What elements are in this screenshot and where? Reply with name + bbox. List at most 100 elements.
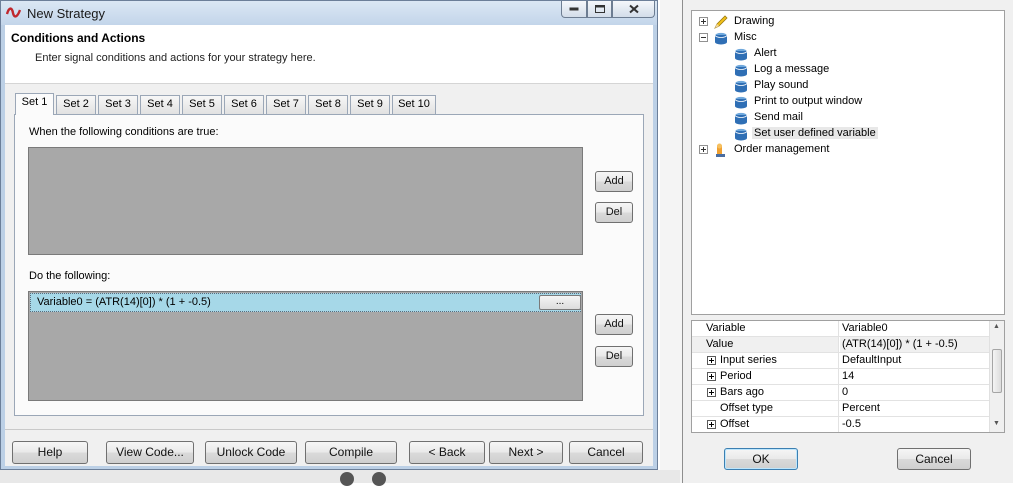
tree-node-drawing[interactable]: Drawing — [699, 14, 899, 30]
scroll-down-icon[interactable]: ▼ — [993, 420, 1000, 427]
footer-divider — [5, 429, 653, 430]
maximize-button[interactable] — [587, 1, 612, 18]
tree-item-set-user-defined-variable[interactable]: Set user defined variable — [733, 126, 953, 142]
scroll-up-icon[interactable]: ▲ — [993, 323, 1000, 330]
property-value[interactable]: -0.5 — [840, 417, 989, 432]
conditions-list[interactable] — [28, 147, 583, 255]
tree-item-label-selected: Set user defined variable — [752, 127, 878, 139]
action-icon — [734, 80, 748, 93]
edit-action-button[interactable]: ... — [539, 295, 581, 310]
tab-set-8[interactable]: Set 8 — [308, 95, 348, 114]
action-icon — [734, 96, 748, 109]
add-action-button[interactable]: Add — [595, 314, 633, 335]
background-blob — [340, 472, 354, 486]
back-button[interactable]: < Back — [409, 441, 485, 464]
scroll-thumb[interactable] — [992, 349, 1002, 393]
action-icon — [734, 64, 748, 77]
property-name: Period — [692, 369, 839, 384]
action-icon — [734, 112, 748, 125]
property-value[interactable]: DefaultInput — [840, 353, 989, 368]
action-icon — [734, 48, 748, 61]
background-strip — [660, 0, 682, 483]
close-icon — [628, 4, 639, 14]
page-title: Conditions and Actions — [11, 31, 146, 45]
background-desktop — [0, 470, 680, 486]
misc-folder-icon — [714, 32, 728, 45]
property-value[interactable]: 0 — [840, 385, 989, 400]
delete-action-button[interactable]: Del — [595, 346, 633, 367]
cancel-button[interactable]: Cancel — [569, 441, 643, 464]
tree-node-order-management[interactable]: Order management — [699, 142, 919, 158]
action-picker-dialog: Drawing Misc Alert Log a message Play so… — [682, 0, 1013, 483]
property-value[interactable]: Variable0 — [840, 321, 989, 336]
dialog-cancel-button[interactable]: Cancel — [897, 448, 971, 470]
title-bar[interactable]: New Strategy — [1, 1, 657, 25]
property-row[interactable]: Variable Variable0 — [692, 321, 989, 337]
unlock-code-button[interactable]: Unlock Code — [205, 441, 297, 464]
action-expression: Variable0 = (ATR(14)[0]) * (1 + -0.5) — [37, 296, 211, 308]
tab-set-6[interactable]: Set 6 — [224, 95, 264, 114]
action-icon — [734, 128, 748, 141]
close-button[interactable] — [612, 1, 655, 18]
tab-set-10[interactable]: Set 10 — [392, 95, 436, 114]
property-value[interactable]: Percent — [840, 401, 989, 416]
tree-item-label: Log a message — [754, 63, 830, 75]
ok-button[interactable]: OK — [724, 448, 798, 470]
tree-item-label: Play sound — [754, 79, 809, 91]
tab-set-5[interactable]: Set 5 — [182, 95, 222, 114]
property-grid[interactable]: Variable Variable0 Value (ATR(14)[0]) * … — [691, 320, 1005, 433]
property-name: Input series — [692, 353, 839, 368]
compile-button[interactable]: Compile — [305, 441, 397, 464]
property-row[interactable]: Offset type Percent — [692, 401, 989, 417]
property-row[interactable]: Input series DefaultInput — [692, 353, 989, 369]
new-strategy-window: New Strategy Conditions and Actions Ente… — [0, 0, 658, 470]
add-condition-button[interactable]: Add — [595, 171, 633, 192]
help-button[interactable]: Help — [12, 441, 88, 464]
action-row[interactable]: Variable0 = (ATR(14)[0]) * (1 + -0.5) ..… — [30, 293, 581, 312]
minimize-button[interactable] — [561, 1, 587, 18]
property-row[interactable]: Offset -0.5 — [692, 417, 989, 432]
maximize-icon — [594, 5, 605, 13]
pencil-icon — [714, 15, 728, 29]
tree-item-label: Send mail — [754, 111, 803, 123]
dialog-content: Conditions and Actions Enter signal cond… — [5, 25, 653, 466]
delete-condition-button[interactable]: Del — [595, 202, 633, 223]
action-tree[interactable]: Drawing Misc Alert Log a message Play so… — [691, 10, 1005, 315]
tab-set-2[interactable]: Set 2 — [56, 95, 96, 114]
property-category-row[interactable]: Value (ATR(14)[0]) * (1 + -0.5) — [692, 337, 989, 353]
property-name: Variable — [692, 321, 839, 336]
tree-item-alert[interactable]: Alert — [733, 46, 953, 62]
tab-set-4[interactable]: Set 4 — [140, 95, 180, 114]
set-tab-panel: When the following conditions are true: … — [14, 114, 644, 416]
tree-item-play-sound[interactable]: Play sound — [733, 78, 953, 94]
tree-item-log-a-message[interactable]: Log a message — [733, 62, 953, 78]
actions-list[interactable]: Variable0 = (ATR(14)[0]) * (1 + -0.5) ..… — [28, 291, 583, 401]
tree-node-label: Order management — [734, 143, 830, 155]
actions-label: Do the following: — [29, 270, 111, 282]
tree-item-send-mail[interactable]: Send mail — [733, 110, 953, 126]
tree-node-misc[interactable]: Misc — [699, 30, 899, 46]
tab-set-7[interactable]: Set 7 — [266, 95, 306, 114]
property-name: Offset — [692, 417, 839, 432]
property-value[interactable]: (ATR(14)[0]) * (1 + -0.5) — [840, 337, 989, 352]
property-value[interactable]: 14 — [840, 369, 989, 384]
property-name: Bars ago — [692, 385, 839, 400]
next-button[interactable]: Next > — [489, 441, 563, 464]
property-row[interactable]: Period 14 — [692, 369, 989, 385]
property-scrollbar[interactable]: ▲ ▼ — [989, 321, 1004, 432]
tab-set-9[interactable]: Set 9 — [350, 95, 390, 114]
window-title: New Strategy — [27, 6, 106, 21]
tree-item-print-to-output-window[interactable]: Print to output window — [733, 94, 953, 110]
tab-set-1[interactable]: Set 1 — [15, 93, 54, 115]
app-logo-icon — [6, 7, 21, 18]
expand-icon[interactable] — [699, 145, 708, 154]
conditions-label: When the following conditions are true: — [29, 126, 219, 138]
property-row[interactable]: Bars ago 0 — [692, 385, 989, 401]
expand-icon[interactable] — [699, 17, 708, 26]
property-name: Value — [692, 337, 839, 352]
view-code-button[interactable]: View Code... — [106, 441, 194, 464]
order-management-icon — [716, 143, 725, 157]
collapse-icon[interactable] — [699, 33, 708, 42]
tree-node-label: Drawing — [734, 15, 775, 27]
tab-set-3[interactable]: Set 3 — [98, 95, 138, 114]
